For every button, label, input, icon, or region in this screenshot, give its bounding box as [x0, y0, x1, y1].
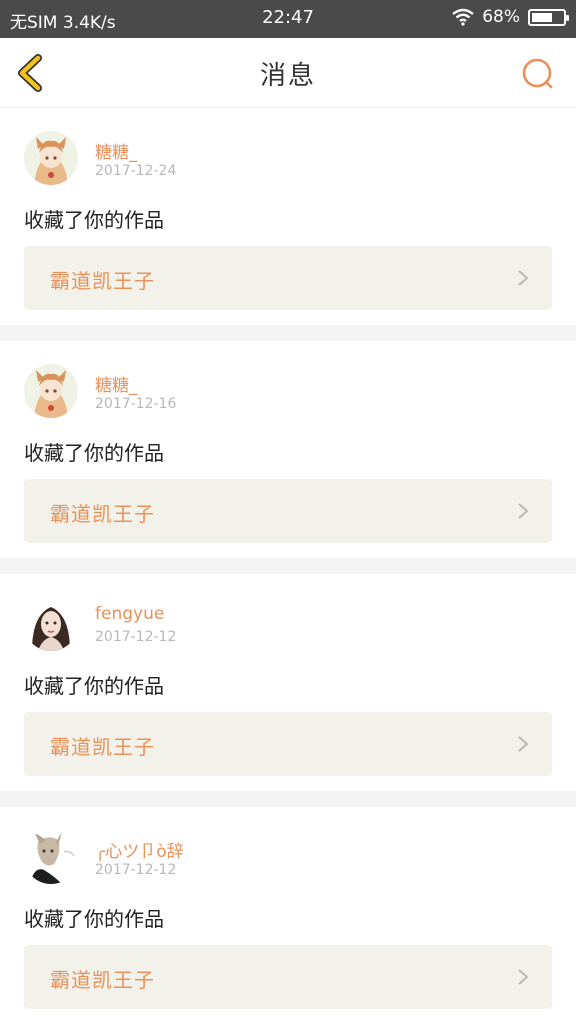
chevron-right-icon — [518, 736, 529, 752]
message-list: 糖糖_ 2017-12-24 收藏了你的作品 霸道凯王子 糖糖_ 2017-12… — [0, 108, 576, 1024]
divider — [0, 558, 576, 574]
status-right-group: 68% — [452, 7, 569, 27]
message-date: 2017-12-12 — [95, 862, 177, 878]
message-date: 2017-12-24 — [95, 163, 177, 179]
chevron-right-icon — [518, 270, 529, 286]
avatar[interactable] — [24, 364, 78, 418]
avatar[interactable] — [24, 597, 78, 651]
message-card: 糖糖_ 2017-12-24 收藏了你的作品 霸道凯王子 — [0, 108, 576, 325]
work-title: 霸道凯王子 — [50, 735, 155, 759]
message-text: 收藏了你的作品 — [24, 208, 164, 232]
avatar[interactable] — [24, 830, 78, 884]
message-card: 糖糖_ 2017-12-16 收藏了你的作品 霸道凯王子 — [0, 341, 576, 558]
user-name[interactable]: fengyue — [95, 604, 164, 624]
message-date: 2017-12-16 — [95, 396, 177, 412]
message-text: 收藏了你的作品 — [24, 441, 164, 465]
page-title: 消息 — [259, 61, 316, 91]
work-link[interactable]: 霸道凯王子 — [24, 712, 552, 776]
chevron-right-icon — [518, 969, 529, 985]
wifi-icon — [452, 8, 474, 26]
message-card: ╭心ツ卩ò辞 2017-12-12 收藏了你的作品 霸道凯王子 — [0, 807, 576, 1024]
nav-bar: 消息 — [0, 38, 576, 108]
user-name[interactable]: ╭心ツ卩ò辞 — [95, 837, 184, 862]
divider — [0, 791, 576, 807]
message-text: 收藏了你的作品 — [24, 907, 164, 931]
message-date: 2017-12-12 — [95, 629, 177, 645]
message-card: fengyue 2017-12-12 收藏了你的作品 霸道凯王子 — [0, 574, 576, 791]
battery-fill — [532, 12, 552, 22]
message-text: 收藏了你的作品 — [24, 674, 164, 698]
user-name[interactable]: 糖糖_ — [95, 138, 138, 163]
divider — [0, 325, 576, 341]
work-link[interactable]: 霸道凯王子 — [24, 246, 552, 310]
status-bar: 无SIM 3.4K/s 22:47 68% — [0, 0, 576, 38]
user-name[interactable]: 糖糖_ — [95, 371, 138, 396]
chevron-right-icon — [518, 503, 529, 519]
work-title: 霸道凯王子 — [50, 968, 155, 992]
search-icon — [522, 58, 553, 89]
work-title: 霸道凯王子 — [50, 502, 155, 526]
battery-icon — [528, 8, 569, 26]
avatar[interactable] — [24, 131, 78, 185]
battery-percent: 68% — [482, 7, 520, 27]
work-link[interactable]: 霸道凯王子 — [24, 479, 552, 543]
work-link[interactable]: 霸道凯王子 — [24, 945, 552, 1009]
work-title: 霸道凯王子 — [50, 269, 155, 293]
search-button[interactable] — [518, 54, 558, 94]
